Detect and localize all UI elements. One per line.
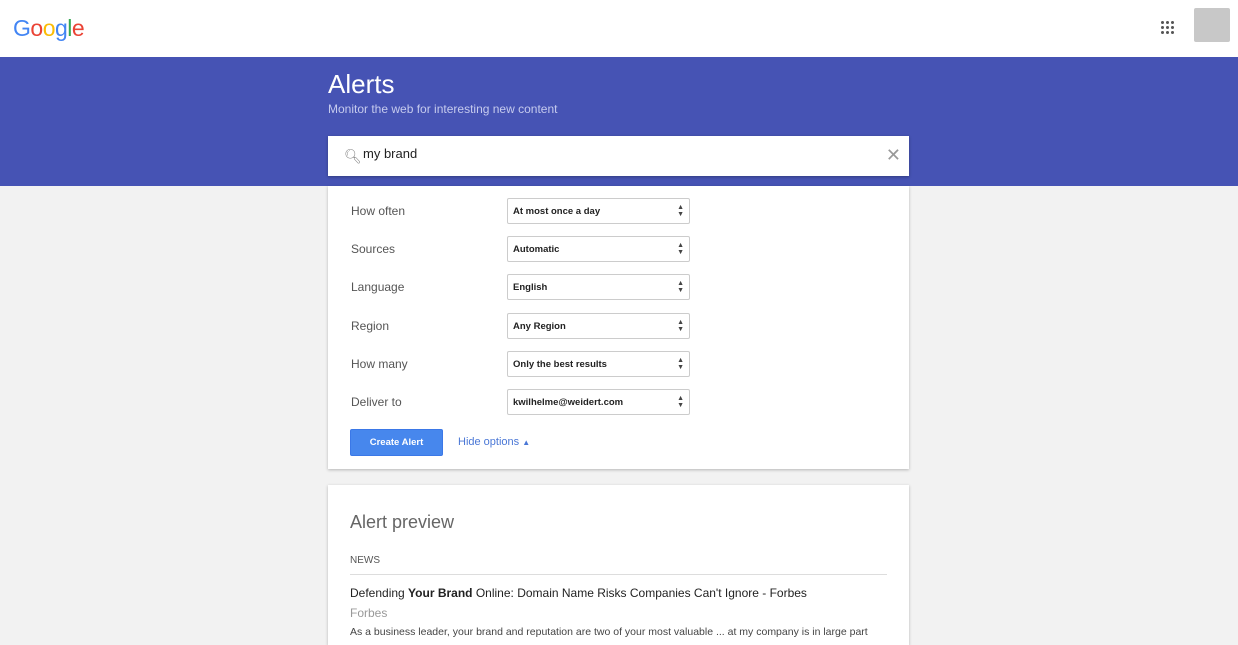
select-value: Only the best results [513,359,607,370]
search-box: 🔍︎ ✕ [328,136,909,176]
select-value: At most once a day [513,206,601,217]
preview-title: Alert preview [350,512,455,532]
caret-up-icon: ▲ [522,438,531,447]
updown-arrow-icon: ▲ ▼ [677,280,684,294]
logo-letter: o [30,15,43,41]
title-part: Online: Domain Name Risks Companies Can'… [472,586,807,600]
title-highlight: Your Brand [408,586,473,600]
page-title: Alerts [328,69,395,99]
option-deliver-to: Deliver to kwilhelme@weidert.com ▲ ▼ [351,389,691,415]
select-value: Any Region [513,321,566,332]
apps-grid-icon[interactable] [1161,21,1175,35]
hide-options-label: Hide options [458,436,520,448]
article-source: Forbes [350,606,388,620]
option-label: How many [351,357,408,371]
search-input[interactable] [363,146,863,161]
updown-arrow-icon: ▲ ▼ [677,395,684,409]
article-link[interactable]: Defending Your Brand Online: Domain Name… [350,586,807,600]
title-part: Defending [350,586,409,600]
create-alert-button[interactable]: Create Alert [350,429,443,456]
google-logo[interactable]: Google [13,15,85,42]
option-sources: Sources Automatic ▲ ▼ [351,236,691,262]
select-value: kwilhelme@weidert.com [513,397,624,408]
updown-arrow-icon: ▲ ▼ [677,319,684,333]
section-heading: NEWS [350,555,380,566]
close-icon[interactable]: ✕ [886,145,901,166]
select-value: English [513,282,548,293]
top-bar: Google [0,0,1238,57]
how-many-select[interactable]: Only the best results ▲ ▼ [507,351,690,377]
updown-arrow-icon: ▲ ▼ [677,204,684,218]
option-label: How often [351,204,406,218]
option-how-often: How often At most once a day ▲ ▼ [351,198,691,224]
updown-arrow-icon: ▲ ▼ [677,242,684,256]
divider [350,574,887,575]
option-how-many: How many Only the best results ▲ ▼ [351,351,691,377]
option-label: Deliver to [351,395,402,409]
region-select[interactable]: Any Region ▲ ▼ [507,313,690,339]
article-snippet: As a business leader, your brand and rep… [350,626,868,638]
page-subtitle: Monitor the web for interesting new cont… [328,102,558,116]
avatar[interactable] [1194,8,1230,42]
search-icon: 🔍︎ [344,148,362,164]
option-label: Sources [351,242,396,256]
option-label: Language [351,280,405,294]
how-often-select[interactable]: At most once a day ▲ ▼ [507,198,690,224]
sources-select[interactable]: Automatic ▲ ▼ [507,236,690,262]
language-select[interactable]: English ▲ ▼ [507,274,690,300]
options-card: How often At most once a day ▲ ▼ Sources Aut… [328,186,909,469]
alert-preview-card: Alert preview NEWS Defending Your Brand … [328,485,909,645]
hide-options-link[interactable]: Hide options ▲ [458,436,530,448]
logo-letter: g [54,15,68,41]
logo-letter: G [13,15,31,41]
logo-letter: e [71,15,85,41]
logo-letter: o [42,15,56,41]
option-language: Language English ▲ ▼ [351,274,691,300]
updown-arrow-icon: ▲ ▼ [677,357,684,371]
select-value: Automatic [513,244,560,255]
option-label: Region [351,319,390,333]
option-region: Region Any Region ▲ ▼ [351,313,691,339]
deliver-to-select[interactable]: kwilhelme@weidert.com ▲ ▼ [507,389,690,415]
